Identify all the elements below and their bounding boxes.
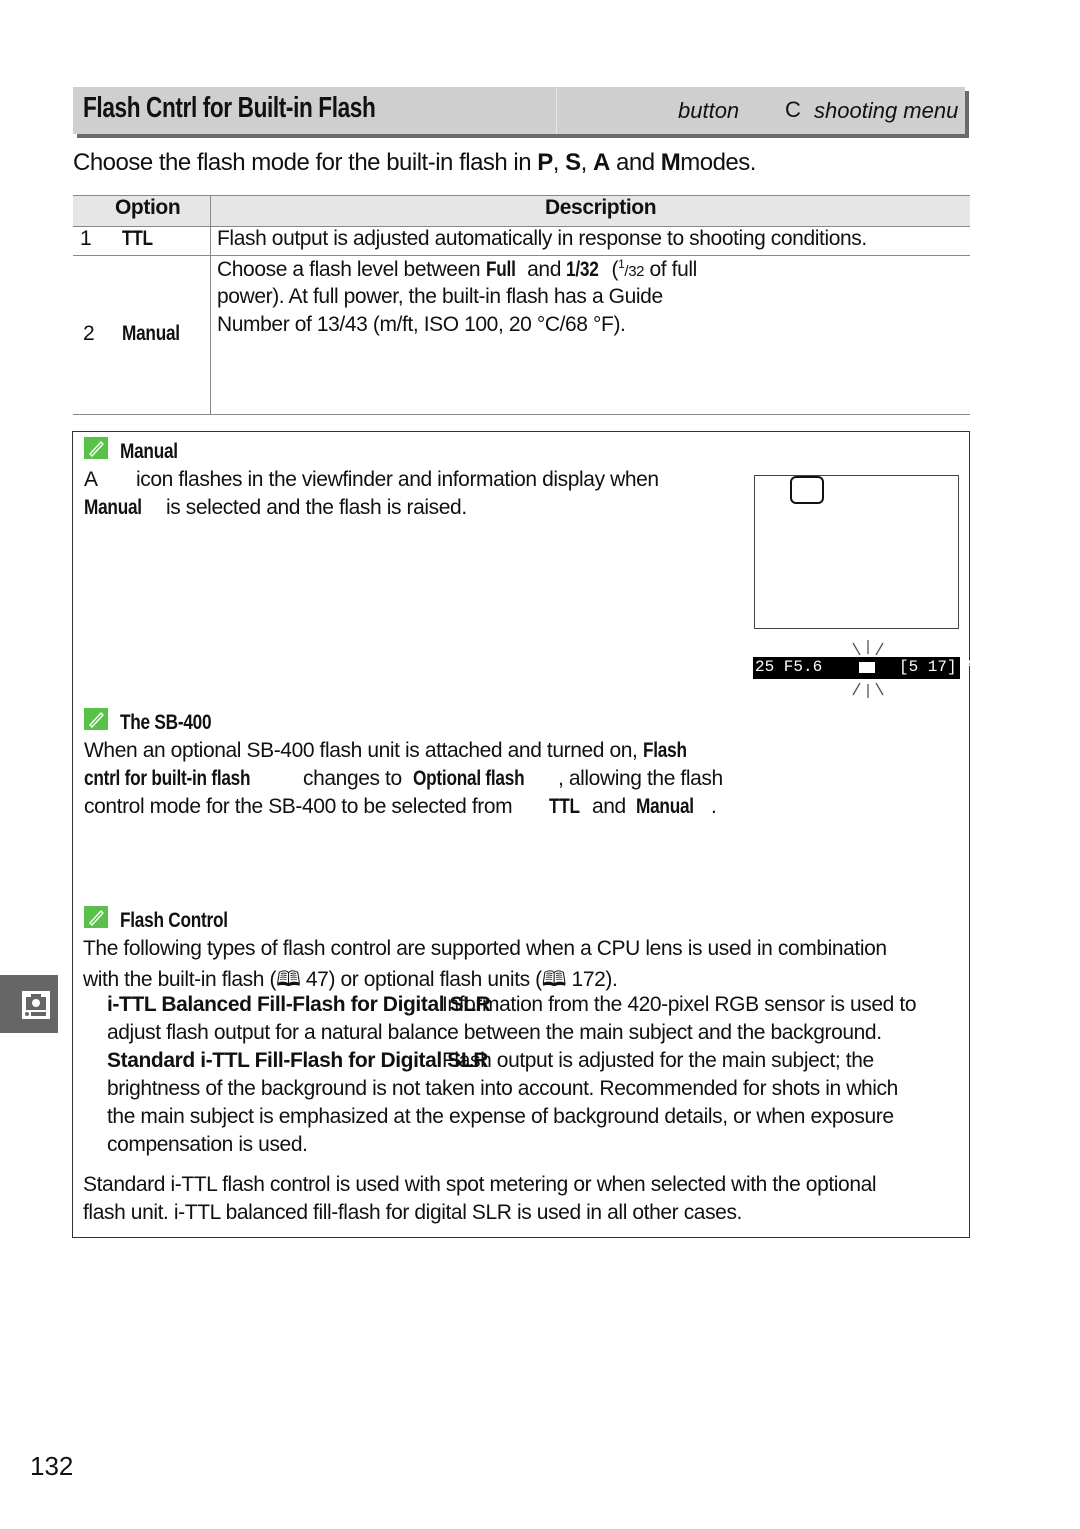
page-number: 132	[30, 1451, 74, 1481]
mode-s: S	[565, 149, 581, 176]
text: changes to	[303, 767, 402, 790]
text: The following types of flash control are…	[83, 937, 887, 960]
text: Information from the 420-pixel RGB senso…	[442, 993, 917, 1016]
intro-part: Choose the flash mode for the built-in f…	[73, 149, 538, 176]
text: and	[592, 795, 626, 818]
text: is selected and the flash is raised.	[166, 496, 467, 519]
display-readout-right: [5 17] ϟ	[899, 658, 976, 676]
row-number: 2	[83, 322, 95, 345]
flash-indicator-box	[790, 476, 824, 504]
note-pencil-icon	[84, 437, 108, 459]
intro-and: and	[609, 149, 661, 176]
text-bold: Manual	[636, 795, 694, 818]
flashing-rays-icon	[852, 640, 884, 698]
manual-description-line3: Number of 13/43 (m/ft, ISO 100, 20 °C/68…	[217, 313, 626, 336]
text: control mode for the SB-400 to be select…	[84, 795, 513, 818]
term-standard: Standard i-TTL Fill-Flash for Digital SL…	[107, 1049, 489, 1072]
text: and	[521, 258, 567, 281]
text: brightness of the background is not take…	[107, 1077, 898, 1100]
button-label: button	[678, 98, 740, 123]
table-header	[73, 195, 970, 227]
note-pencil-icon	[84, 906, 108, 928]
note-title-sb400: The SB-400	[120, 711, 212, 734]
fraction-value: 1/32	[566, 258, 599, 281]
column-divider	[210, 195, 211, 415]
text: Standard i-TTL flash control is used wit…	[83, 1173, 877, 1196]
text: Flash output is adjusted for the main su…	[442, 1049, 874, 1072]
mode-a: A	[593, 149, 610, 176]
shooting-menu-tab	[0, 975, 58, 1033]
text-bold: Optional flash	[413, 767, 525, 790]
text: Choose a flash level between	[217, 258, 486, 281]
text: compensation is used.	[107, 1133, 308, 1156]
section-title-bar: Flash Cntrl for Built-in Flash button C …	[73, 87, 965, 134]
ttl-description: Flash output is adjusted automatically i…	[217, 227, 867, 250]
intro-text: Choose the flash mode for the built-in f…	[73, 149, 756, 176]
full-value: Full	[485, 258, 516, 281]
text: icon flashes in the viewfinder and infor…	[136, 468, 659, 491]
text: , allowing the flash	[558, 767, 723, 790]
manual-description-line2: power). At full power, the built-in flas…	[217, 285, 663, 308]
display-readout-left: 25 F5.6	[755, 658, 823, 676]
text: adjust flash output for a natural balanc…	[107, 1021, 882, 1044]
sb400-line1: When an optional SB-400 flash unit is at…	[84, 739, 696, 763]
camera-icon	[22, 991, 50, 1019]
text: .	[711, 795, 717, 818]
table-bottom	[73, 414, 970, 415]
title-divider	[556, 87, 557, 134]
text-bold: cntrl for built-in flash	[84, 767, 251, 790]
manual-page: Flash Cntrl for Built-in Flash button C …	[0, 0, 1080, 1529]
sub: /32	[624, 263, 645, 280]
header-description: Description	[545, 196, 657, 219]
text: the main subject is emphasized at the ex…	[107, 1105, 894, 1128]
mode-m: M	[660, 149, 681, 176]
option-ttl: TTL	[122, 227, 153, 250]
text: When an optional SB-400 flash unit is at…	[84, 739, 643, 762]
text: A	[84, 468, 98, 491]
page-title: Flash Cntrl for Built-in Flash	[83, 92, 376, 124]
row-divider	[73, 255, 970, 256]
note-pencil-icon	[84, 708, 108, 730]
text: (	[606, 258, 619, 281]
term-balanced: i-TTL Balanced Fill-Flash for Digital SL…	[107, 993, 491, 1016]
text: of full	[644, 258, 698, 281]
manual-description-line1: Choose a flash level between Full and 1/…	[217, 257, 697, 282]
menu-label: shooting menu	[814, 98, 959, 123]
text-bold: Manual	[84, 496, 142, 519]
text: flash unit. i-TTL balanced fill-flash fo…	[83, 1201, 742, 1224]
mode-p: P	[537, 149, 553, 176]
header-option: Option	[115, 196, 181, 219]
intro-end: modes.	[680, 149, 756, 176]
note-title-flash-control: Flash Control	[120, 909, 228, 932]
option-manual: Manual	[122, 322, 180, 345]
menu-icon: C	[785, 97, 801, 122]
viewfinder-illustration	[754, 475, 959, 629]
text-bold: TTL	[549, 795, 580, 818]
note-title-manual: Manual	[120, 440, 178, 463]
text-bold: Flash	[642, 739, 687, 762]
row-number: 1	[80, 227, 92, 250]
